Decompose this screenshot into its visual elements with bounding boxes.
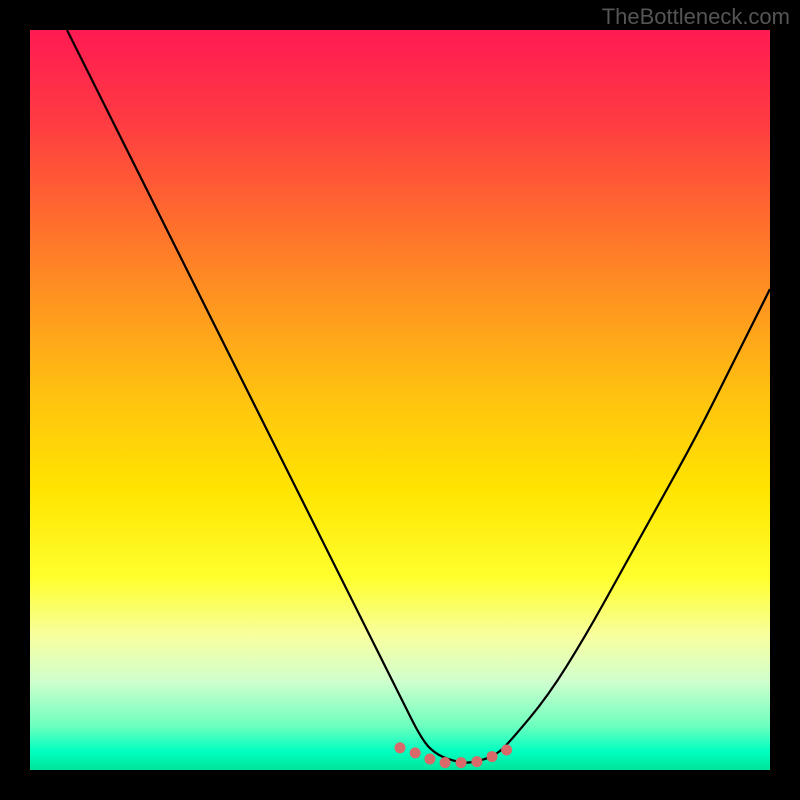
deviation-curve bbox=[67, 30, 770, 763]
plot-area bbox=[30, 30, 770, 770]
chart-frame: TheBottleneck.com bbox=[0, 0, 800, 800]
chart-svg bbox=[30, 30, 770, 770]
watermark-text: TheBottleneck.com bbox=[602, 4, 790, 30]
